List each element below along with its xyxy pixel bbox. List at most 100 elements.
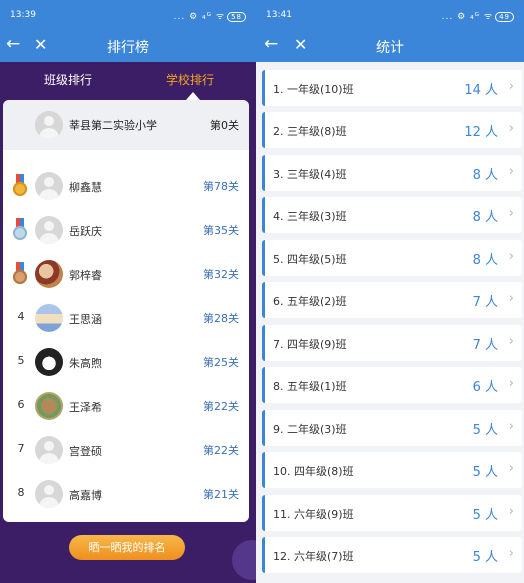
- page-title: 排行榜: [107, 40, 149, 56]
- player-name: 岳跃庆: [69, 225, 102, 238]
- rank-number: 5: [17, 354, 25, 367]
- chevron-right-icon: ›: [508, 121, 514, 136]
- list-item[interactable]: 12. 六年级(7)班 5 人 ›: [262, 537, 522, 573]
- background-decoration: [232, 540, 256, 580]
- class-name: 12. 六年级(7)班: [273, 550, 354, 563]
- school-level: 第0关: [210, 119, 239, 132]
- avatar: [35, 111, 63, 139]
- ranking-row[interactable]: 8 高嘉博 第21关: [3, 472, 249, 516]
- class-name: 5. 四年级(5)班: [273, 253, 347, 266]
- class-name: 9. 二年级(3)班: [273, 423, 347, 436]
- ranking-row[interactable]: 7 宫登硕 第22关: [3, 428, 249, 472]
- avatar: [35, 260, 63, 288]
- tab-indicator: [186, 92, 200, 100]
- ranking-row[interactable]: 4 王思涵 第28关: [3, 296, 249, 340]
- player-name: 高嘉博: [69, 489, 102, 502]
- list-item[interactable]: 5. 四年级(5)班 8 人 ›: [262, 240, 522, 276]
- silver-medal-icon: [13, 218, 27, 240]
- page-title: 统计: [376, 40, 404, 56]
- class-name: 7. 四年级(9)班: [273, 338, 347, 351]
- tab-class-rank[interactable]: 班级排行: [44, 71, 92, 88]
- status-icons: ... ⚙ ₄ᴳ ᯤ 58: [174, 9, 246, 22]
- class-name: 1. 一年级(10)班: [273, 83, 354, 96]
- chevron-right-icon: ›: [508, 419, 514, 434]
- chevron-right-icon: ›: [508, 376, 514, 391]
- list-item[interactable]: 6. 五年级(2)班 7 人 ›: [262, 282, 522, 318]
- avatar: [35, 480, 63, 508]
- student-count: 8 人: [472, 168, 498, 183]
- ranking-screen: 13:39 ... ⚙ ₄ᴳ ᯤ 58 ← ✕ 排行榜 班级排行 学校排行 莘县第…: [0, 0, 256, 583]
- player-level: 第78关: [203, 180, 239, 193]
- list-item[interactable]: 3. 三年级(4)班 8 人 ›: [262, 155, 522, 191]
- status-bar: 13:39 ... ⚙ ₄ᴳ ᯤ 58: [0, 0, 256, 30]
- gold-medal-icon: [13, 174, 27, 196]
- avatar: [35, 304, 63, 332]
- chevron-right-icon: ›: [508, 546, 514, 561]
- bronze-medal-icon: [13, 262, 27, 284]
- chevron-right-icon: ›: [508, 334, 514, 349]
- student-count: 5 人: [472, 465, 498, 480]
- list-item[interactable]: 11. 六年级(9)班 5 人 ›: [262, 495, 522, 531]
- ranking-row[interactable]: 柳鑫慧 第78关: [3, 164, 249, 208]
- statistics-screen: 13:41 ... ⚙ ₄ᴳ ᯤ 49 ← ✕ 统计 1. 一年级(10)班 14 …: [256, 0, 524, 583]
- chevron-right-icon: ›: [508, 206, 514, 221]
- chevron-right-icon: ›: [508, 291, 514, 306]
- ranking-row[interactable]: 6 王泽希 第22关: [3, 384, 249, 428]
- app-bar: ← ✕ 统计: [256, 30, 524, 62]
- player-level: 第35关: [203, 224, 239, 237]
- student-count: 6 人: [472, 380, 498, 395]
- battery-icon: 58: [227, 12, 246, 22]
- student-count: 7 人: [472, 338, 498, 353]
- player-level: 第25关: [203, 356, 239, 369]
- ranking-row[interactable]: 岳跃庆 第35关: [3, 208, 249, 252]
- list-item[interactable]: 1. 一年级(10)班 14 人 ›: [262, 70, 522, 106]
- chevron-right-icon: ›: [508, 504, 514, 519]
- player-name: 王泽希: [69, 401, 102, 414]
- battery-icon: 49: [495, 12, 514, 22]
- list-item[interactable]: 2. 三年级(8)班 12 人 ›: [262, 112, 522, 148]
- ranking-board: 莘县第二实验小学 第0关 柳鑫慧 第78关 岳跃庆 第35关 郭梓睿 第32关 …: [3, 100, 249, 522]
- class-name: 2. 三年级(8)班: [273, 125, 347, 138]
- player-name: 宫登硕: [69, 445, 102, 458]
- player-name: 朱高煦: [69, 357, 102, 370]
- status-bar: 13:41 ... ⚙ ₄ᴳ ᯤ 49: [256, 0, 524, 30]
- chevron-right-icon: ›: [508, 461, 514, 476]
- player-level: 第21关: [203, 488, 239, 501]
- player-level: 第22关: [203, 444, 239, 457]
- rank-number: 7: [17, 442, 25, 455]
- avatar: [35, 216, 63, 244]
- share-rank-button[interactable]: 晒一晒我的排名: [69, 535, 185, 560]
- status-icons: ... ⚙ ₄ᴳ ᯤ 49: [442, 9, 514, 22]
- student-count: 12 人: [464, 125, 498, 140]
- ranking-row[interactable]: 郭梓睿 第32关: [3, 252, 249, 296]
- player-level: 第22关: [203, 400, 239, 413]
- ranking-row[interactable]: 5 朱高煦 第25关: [3, 340, 249, 384]
- list-item[interactable]: 9. 二年级(3)班 5 人 ›: [262, 410, 522, 446]
- class-name: 10. 四年级(8)班: [273, 465, 354, 478]
- list-item[interactable]: 7. 四年级(9)班 7 人 ›: [262, 325, 522, 361]
- signal-icons: ... ⚙ ₄ᴳ ᯤ: [441, 12, 494, 22]
- list-item[interactable]: 8. 五年级(1)班 6 人 ›: [262, 367, 522, 403]
- class-name: 6. 五年级(2)班: [273, 295, 347, 308]
- avatar: [35, 436, 63, 464]
- rank-number: 8: [17, 486, 25, 499]
- tab-school-rank[interactable]: 学校排行: [166, 71, 214, 88]
- status-time: 13:41: [266, 10, 292, 20]
- class-name: 4. 三年级(3)班: [273, 210, 347, 223]
- student-count: 14 人: [464, 83, 498, 98]
- chevron-right-icon: ›: [508, 249, 514, 264]
- player-level: 第32关: [203, 268, 239, 281]
- student-count: 5 人: [472, 550, 498, 565]
- player-name: 王思涵: [69, 313, 102, 326]
- list-item[interactable]: 10. 四年级(8)班 5 人 ›: [262, 452, 522, 488]
- player-level: 第28关: [203, 312, 239, 325]
- list-item[interactable]: 4. 三年级(3)班 8 人 ›: [262, 197, 522, 233]
- app-bar: ← ✕ 排行榜: [0, 30, 256, 62]
- rank-tabs: 班级排行 学校排行: [0, 62, 256, 100]
- rank-number: 4: [17, 310, 25, 323]
- student-count: 8 人: [472, 253, 498, 268]
- class-name: 3. 三年级(4)班: [273, 168, 347, 181]
- status-time: 13:39: [10, 10, 36, 20]
- student-count: 5 人: [472, 508, 498, 523]
- avatar: [35, 392, 63, 420]
